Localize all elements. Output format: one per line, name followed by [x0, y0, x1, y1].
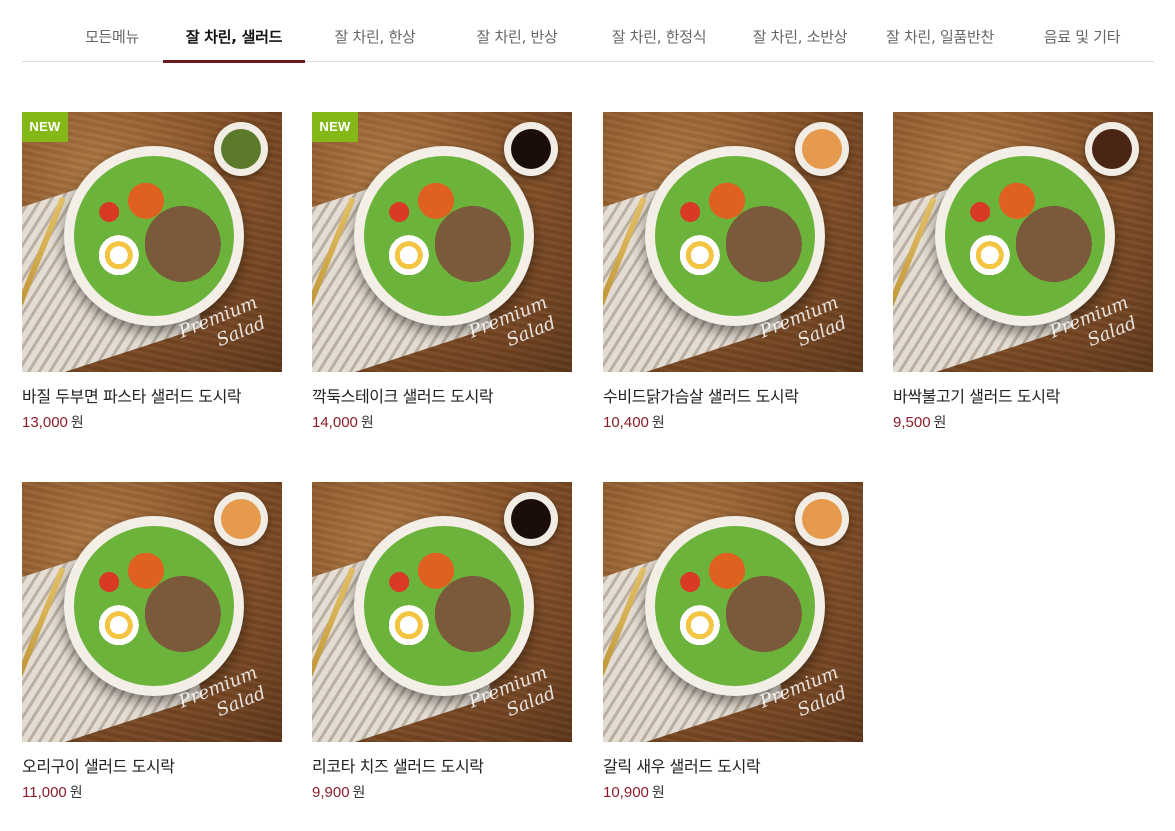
product-image[interactable]: Premium Salad NEW — [312, 112, 572, 372]
product-price: 11,000 원 — [22, 784, 83, 801]
product-card[interactable]: Premium Salad 리코타 치즈 샐러드 도시락 9,900 원 — [312, 482, 572, 803]
product-price: 13,000 원 — [22, 414, 84, 431]
tab-all-menu[interactable]: 모든메뉴 — [62, 0, 162, 62]
product-image[interactable]: Premium Salad — [893, 112, 1153, 372]
product-image[interactable]: Premium Salad — [603, 482, 863, 742]
product-card[interactable]: Premium Salad 바싹불고기 샐러드 도시락 9,500 원 — [893, 112, 1153, 433]
product-price: 10,900 원 — [603, 784, 665, 801]
product-name[interactable]: 바질 두부면 파스타 샐러드 도시락 — [22, 386, 282, 408]
tab-hanjeongsik[interactable]: 잘 차린, 한정식 — [599, 0, 719, 62]
product-image[interactable]: Premium Salad — [312, 482, 572, 742]
tab-hansang[interactable]: 잘 차린, 한상 — [315, 0, 435, 62]
product-name[interactable]: 갈릭 새우 샐러드 도시락 — [603, 756, 863, 778]
product-price: 14,000 원 — [312, 414, 374, 431]
tab-drinks-etc[interactable]: 음료 및 기타 — [1022, 0, 1142, 62]
product-card[interactable]: Premium Salad 수비드닭가슴살 샐러드 도시락 10,400 원 — [603, 112, 863, 433]
product-name[interactable]: 깍둑스테이크 샐러드 도시락 — [312, 386, 572, 408]
product-image[interactable]: Premium Salad NEW — [22, 112, 282, 372]
product-name[interactable]: 바싹불고기 샐러드 도시락 — [893, 386, 1153, 408]
tab-salad[interactable]: 잘 차린, 샐러드 — [163, 0, 305, 63]
tab-sobansang[interactable]: 잘 차린, 소반상 — [740, 0, 860, 62]
category-tabs: 모든메뉴 잘 차린, 샐러드 잘 차린, 한상 잘 차린, 반상 잘 차린, 한… — [22, 0, 1154, 63]
product-price: 9,900 원 — [312, 784, 366, 801]
product-card[interactable]: Premium Salad NEW 깍둑스테이크 샐러드 도시락 14,000 원 — [312, 112, 572, 433]
product-price: 9,500 원 — [893, 414, 947, 431]
tab-ilpum-banchan[interactable]: 잘 차린, 일품반찬 — [880, 0, 1000, 62]
product-card[interactable]: Premium Salad NEW 바질 두부면 파스타 샐러드 도시락 13,0… — [22, 112, 282, 433]
new-badge: NEW — [22, 112, 68, 142]
product-name[interactable]: 리코타 치즈 샐러드 도시락 — [312, 756, 572, 778]
tab-bansang[interactable]: 잘 차린, 반상 — [457, 0, 577, 62]
product-name[interactable]: 오리구이 샐러드 도시락 — [22, 756, 282, 778]
product-price: 10,400 원 — [603, 414, 665, 431]
product-name[interactable]: 수비드닭가슴살 샐러드 도시락 — [603, 386, 863, 408]
product-card[interactable]: Premium Salad 오리구이 샐러드 도시락 11,000 원 — [22, 482, 282, 803]
product-image[interactable]: Premium Salad — [603, 112, 863, 372]
product-image[interactable]: Premium Salad — [22, 482, 282, 742]
new-badge: NEW — [312, 112, 358, 142]
product-card[interactable]: Premium Salad 갈릭 새우 샐러드 도시락 10,900 원 — [603, 482, 863, 803]
